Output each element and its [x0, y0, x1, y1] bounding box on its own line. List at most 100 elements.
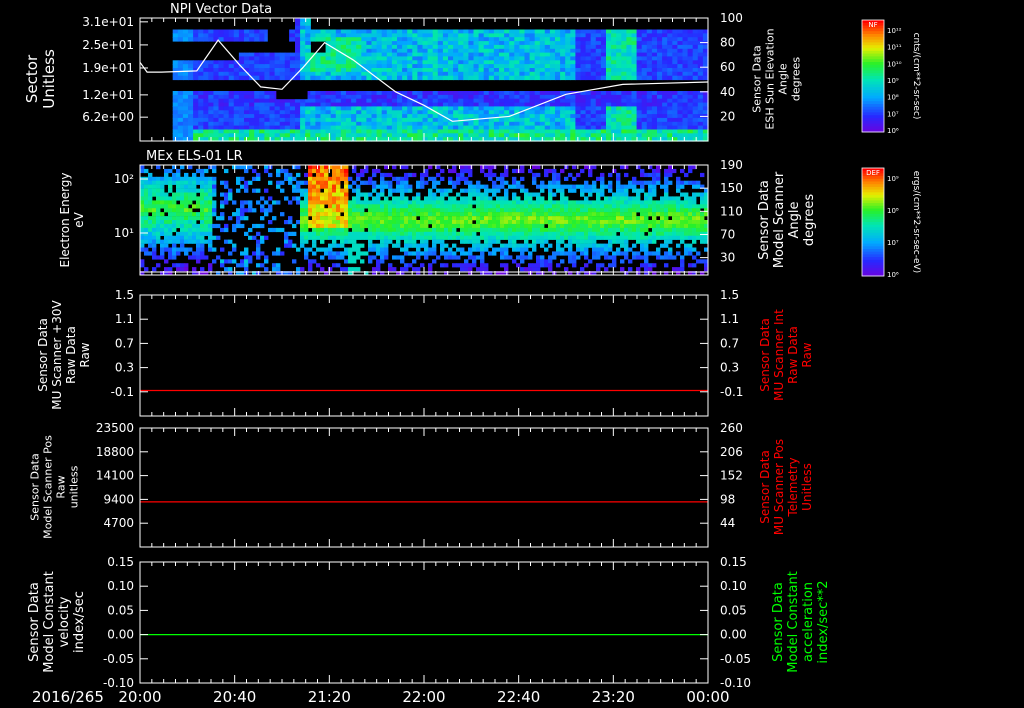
- npi-cell: [422, 75, 429, 81]
- npi-cell: [417, 121, 424, 127]
- els-cell: [436, 227, 441, 233]
- npi-cell: [351, 110, 357, 115]
- npi-cell: [575, 44, 582, 50]
- els-cell: [252, 208, 257, 213]
- els-cell: [412, 208, 417, 213]
- els-cell: [172, 196, 177, 201]
- npi-cell: [182, 98, 189, 104]
- npi-cell: [203, 102, 209, 107]
- els-cell: [372, 223, 377, 229]
- npi-cell: [565, 98, 571, 104]
- els-cell: [448, 231, 453, 236]
- els-cell: [360, 208, 365, 213]
- els-cell: [148, 172, 153, 178]
- npi-cell: [590, 91, 597, 96]
- els-cell: [376, 243, 381, 248]
- npi-cell: [295, 29, 301, 34]
- npi-cell: [386, 68, 393, 73]
- npi-cell: [310, 114, 316, 119]
- els-cell: [424, 227, 429, 233]
- els-cell: [648, 188, 653, 193]
- npi-cell: [340, 29, 347, 34]
- npi-cell: [595, 98, 602, 104]
- npi-cell: [172, 121, 179, 127]
- npi-cell: [300, 102, 306, 107]
- npi-cell: [320, 71, 327, 77]
- npi-cell: [427, 52, 434, 57]
- npi-cell: [631, 75, 638, 81]
- npi-cell: [208, 110, 214, 115]
- els-cell: [568, 239, 573, 244]
- npi-cell: [228, 106, 235, 111]
- els-cell: [444, 255, 449, 260]
- npi-cell: [478, 71, 485, 77]
- npi-cell: [555, 64, 561, 69]
- npi-cell: [376, 64, 383, 69]
- npi-cell: [330, 75, 337, 81]
- els-cell: [624, 165, 629, 170]
- els-cell: [536, 259, 541, 264]
- els-cell: [212, 204, 217, 209]
- npi-cell: [651, 44, 658, 50]
- npi-cell: [259, 129, 265, 134]
- els-cell: [428, 196, 433, 201]
- npi-cell: [254, 33, 260, 38]
- npi-cell: [325, 94, 332, 100]
- els-cell: [516, 227, 521, 233]
- npi-cell: [264, 98, 271, 104]
- els-cell: [344, 267, 349, 272]
- els-cell: [524, 243, 529, 248]
- npi-cell: [662, 29, 668, 34]
- els-cell: [440, 176, 445, 181]
- npi-cell: [499, 106, 505, 111]
- els-cell: [508, 208, 513, 213]
- npi-cell: [524, 68, 531, 73]
- els-cell: [348, 184, 353, 189]
- els-cell: [536, 192, 541, 197]
- els-cell: [140, 180, 145, 185]
- els-cell: [236, 208, 241, 213]
- els-cell: [508, 212, 513, 217]
- els-cell: [244, 251, 249, 256]
- els-cell: [372, 216, 377, 221]
- els-cell: [160, 223, 165, 229]
- npi-cell: [330, 52, 337, 57]
- els-cell: [408, 200, 413, 205]
- npi-cell: [320, 106, 327, 111]
- els-cell: [172, 212, 177, 217]
- npi-cell: [595, 48, 602, 54]
- npi-cell: [616, 33, 622, 38]
- npi-cell: [366, 98, 373, 104]
- npi-cell: [407, 37, 413, 42]
- els-cell: [484, 208, 489, 213]
- els-cell: [516, 263, 521, 268]
- npi-cell: [621, 44, 627, 50]
- npi-cell: [279, 117, 286, 123]
- els-cell: [620, 223, 625, 229]
- npi-cell: [366, 133, 373, 138]
- npi-cell: [631, 71, 638, 77]
- els-cell: [588, 208, 593, 213]
- els-cell: [184, 184, 189, 189]
- els-cell: [576, 239, 581, 244]
- els-cell: [472, 247, 477, 252]
- npi-cell: [493, 106, 500, 111]
- npi-cell: [631, 102, 638, 107]
- els-cell: [328, 267, 333, 272]
- npi-cell: [692, 48, 699, 54]
- els-cell: [640, 168, 645, 174]
- els-cell: [532, 172, 537, 178]
- npi-cell: [346, 75, 352, 81]
- npi-cell: [453, 64, 459, 69]
- npi-cell: [453, 91, 459, 96]
- npi-cell: [621, 114, 627, 119]
- npi-cell: [284, 64, 291, 69]
- els-cell: [560, 208, 565, 213]
- npi-cell: [631, 33, 638, 38]
- npi-cell: [458, 75, 464, 81]
- npi-cell: [412, 68, 418, 73]
- els-cell: [256, 243, 261, 248]
- npi-cell: [657, 71, 663, 77]
- npi-cell: [687, 114, 694, 119]
- els-cell: [276, 168, 281, 174]
